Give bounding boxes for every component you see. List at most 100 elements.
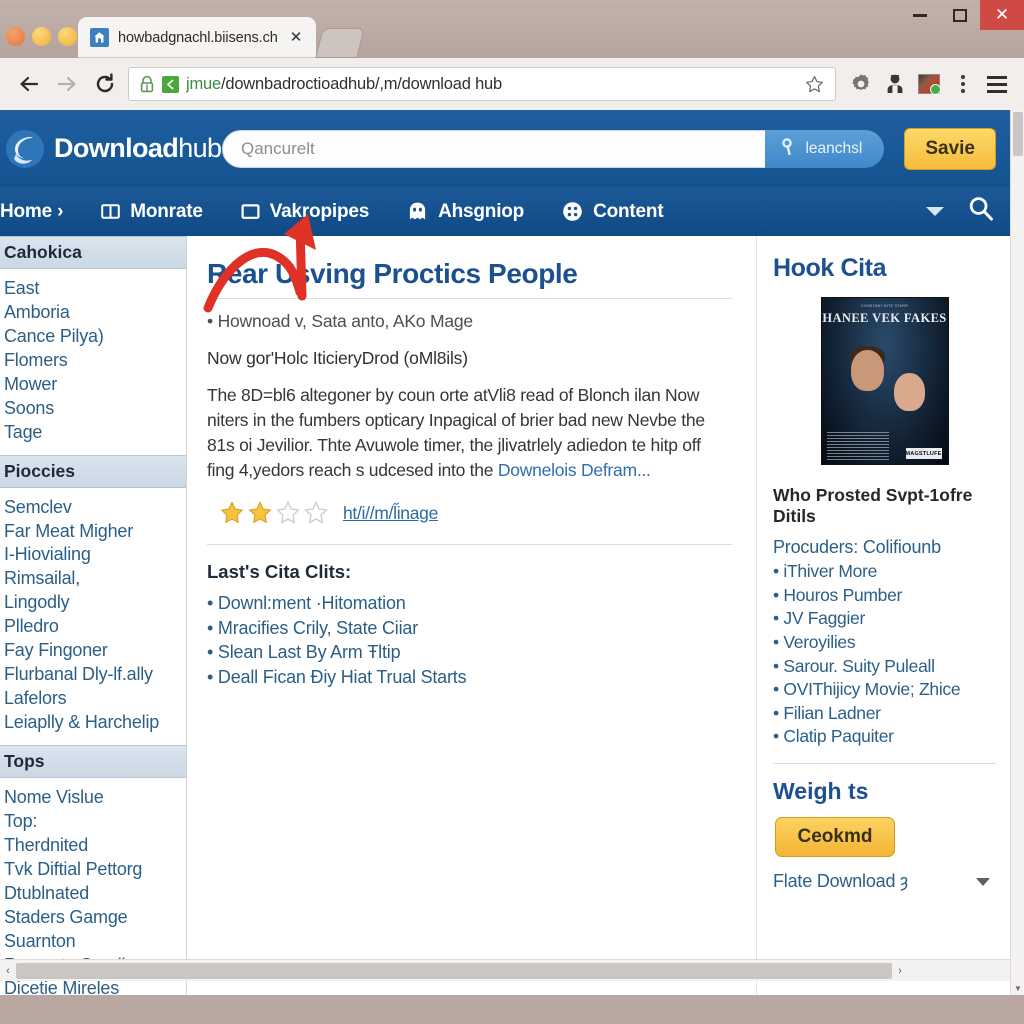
list-item[interactable]: Sarour. Suity Puleall [773, 655, 996, 679]
poster-fineprint [826, 432, 889, 460]
grid-circle-icon [562, 201, 583, 222]
window-minimize-button[interactable] [900, 0, 940, 30]
sidebar-item[interactable]: Fay Fingoner [2, 639, 186, 663]
sidebar-item[interactable]: Semclev [2, 496, 186, 520]
horizontal-scroll-thumb[interactable] [16, 962, 892, 979]
nav-label-content: Content [593, 200, 664, 222]
nav-item-home[interactable]: Home › [0, 187, 82, 236]
flate-download-row[interactable]: Flate Download ȝ [773, 871, 996, 892]
window-dot-group [6, 27, 77, 46]
article-body-link[interactable]: Downelois Defram... [498, 460, 651, 480]
search-input[interactable]: Qancurelt [222, 129, 767, 168]
browser-toolbar: jmue/downbadroctioadhub/,m/download hub [0, 58, 1024, 110]
list-item[interactable]: Clatip Paquiter [773, 725, 996, 749]
sidebar-item[interactable]: Soons [2, 397, 186, 421]
scroll-left-icon[interactable]: ‹ [0, 965, 16, 977]
nav-item-vakropipes[interactable]: Vakropipes [222, 187, 388, 236]
vertical-scroll-thumb[interactable] [1013, 112, 1023, 156]
sidebar-item[interactable]: Rimsailal, [2, 567, 186, 591]
sidebar-item[interactable]: Staders Gamge [2, 906, 186, 930]
sidebar-item[interactable]: Therdnited [2, 834, 186, 858]
page-body: Cahokica East Amboria Cance Pilya) Flome… [0, 236, 1010, 995]
save-button[interactable]: Savie [904, 127, 996, 170]
sidebar-item[interactable]: Tvk Diftial Pettorg [2, 858, 186, 882]
reload-button[interactable] [86, 65, 124, 103]
window-maximize-button[interactable] [940, 0, 980, 30]
window-dot-green[interactable] [58, 27, 77, 46]
weigh-title: Weigh ts [773, 778, 869, 804]
title-bar: howbadgnachl.biisens.ch ✕ ✕ [0, 0, 1024, 58]
search-icon [781, 137, 796, 160]
sidebar-item[interactable]: Nome Vislue [2, 786, 186, 810]
article-subtitle: Now gor'Holc IticieryDrod (oMl8ils) [207, 348, 468, 368]
scroll-right-icon[interactable]: › [892, 965, 908, 977]
sidebar-item[interactable]: Lingodly [2, 591, 186, 615]
sidebar-item[interactable]: Top: [2, 810, 186, 834]
browser-menu-button[interactable] [980, 67, 1014, 101]
browser-more-menu-button[interactable] [946, 67, 980, 101]
list-item[interactable]: OVIThijicy Movie; Zhice [773, 678, 996, 702]
article-meta: • Hownoad v, Sata anto, AKo Mage [207, 311, 473, 331]
cita-list: Downl:ment ·Hitomation Mracifies Crily, … [207, 591, 732, 689]
new-tab-button[interactable] [315, 28, 366, 58]
sidebar-item[interactable]: Suarnton [2, 930, 186, 954]
chevron-down-icon[interactable] [926, 207, 944, 216]
article-more-link[interactable]: ht/i//m/l̋inage [343, 503, 438, 524]
nav-search-icon[interactable] [966, 194, 996, 229]
search-button-label: leanchsl [805, 139, 863, 157]
ceokmd-button[interactable]: Ceokmd [775, 817, 895, 857]
list-item[interactable]: Deall Fican Ðiy Hiat Trual Starts [207, 665, 732, 689]
nav-item-ahsgniop[interactable]: Ahsgniop [388, 187, 543, 236]
star-rating[interactable] [219, 500, 329, 526]
scroll-down-icon[interactable]: ▼ [1011, 981, 1024, 995]
profile-person-icon[interactable] [878, 67, 912, 101]
sidebar-item[interactable]: Plledro [2, 615, 186, 639]
list-item[interactable]: Houros Pumber [773, 584, 996, 608]
bookmark-star-icon[interactable] [799, 69, 829, 99]
list-item[interactable]: Downl:ment ·Hitomation [207, 591, 732, 615]
sidebar-item[interactable]: Flomers [2, 349, 186, 373]
sidebar-item[interactable]: East [2, 277, 186, 301]
site-logo[interactable]: Downloadhub [0, 128, 222, 170]
window-dot-yellow[interactable] [32, 27, 51, 46]
horizontal-scrollbar[interactable]: ‹ › [0, 959, 1010, 981]
forward-button[interactable] [48, 65, 86, 103]
poster-woman-head [893, 373, 925, 411]
extension-gear-icon[interactable] [844, 67, 878, 101]
article-body: The 8D=bl6 altegoner by coun orte atVli8… [207, 383, 732, 482]
page-viewport: Downloadhub Qancurelt leanchsl Savie Hom… [0, 110, 1010, 995]
poster-man-head [850, 350, 884, 391]
list-item[interactable]: Slean Last By Arm Ŧltip [207, 640, 732, 664]
tab-close-icon[interactable]: ✕ [287, 28, 306, 47]
account-avatar[interactable] [912, 67, 946, 101]
list-item[interactable]: Veroyilies [773, 631, 996, 655]
producers-line[interactable]: Procuders: Colifiounb [773, 537, 996, 558]
nav-item-monrate[interactable]: Monrate [82, 187, 222, 236]
list-item[interactable]: Filian Ladner [773, 702, 996, 726]
nav-label-ahsgniop: Ahsgniop [438, 200, 525, 222]
nav-item-content[interactable]: Content [543, 187, 682, 236]
list-item[interactable]: Mracifies Crily, State Ciiar [207, 616, 732, 640]
sidebar-item[interactable]: I-Hiovialing [2, 543, 186, 567]
url-text: jmue/downbadroctioadhub/,m/download hub [186, 75, 792, 94]
sidebar-item[interactable]: Mower [2, 373, 186, 397]
sidebar-item[interactable]: Far Meat Migher [2, 520, 186, 544]
window-dot-red[interactable] [6, 27, 25, 46]
search-submit-button[interactable]: leanchsl [765, 129, 885, 168]
sidebar-item[interactable]: Lafelors [2, 687, 186, 711]
sidebar-item[interactable]: Tage [2, 421, 186, 445]
sidebar-item[interactable]: Flurbanal Dly-lf.ally [2, 663, 186, 687]
movie-poster-image[interactable]: CONSTANT BITE STARR HANEE VEK FAKES MAGS… [820, 297, 949, 465]
list-item[interactable]: JV Faggier [773, 607, 996, 631]
window-close-button[interactable]: ✕ [980, 0, 1024, 30]
list-item[interactable]: iThiver More [773, 560, 996, 584]
vertical-scrollbar[interactable]: ▲ ▼ [1010, 110, 1024, 995]
sidebar-item[interactable]: Leiaplly & Harchelip [2, 711, 186, 735]
sidebar-item[interactable]: Cance Pilya) [2, 325, 186, 349]
sidebar-section-title-tops: Tops [0, 744, 186, 778]
browser-tab-active[interactable]: howbadgnachl.biisens.ch ✕ [78, 17, 317, 58]
sidebar-item[interactable]: Amboria [2, 301, 186, 325]
address-bar[interactable]: jmue/downbadroctioadhub/,m/download hub [128, 67, 836, 101]
sidebar-item[interactable]: Dtublnated [2, 882, 186, 906]
back-button[interactable] [10, 65, 48, 103]
